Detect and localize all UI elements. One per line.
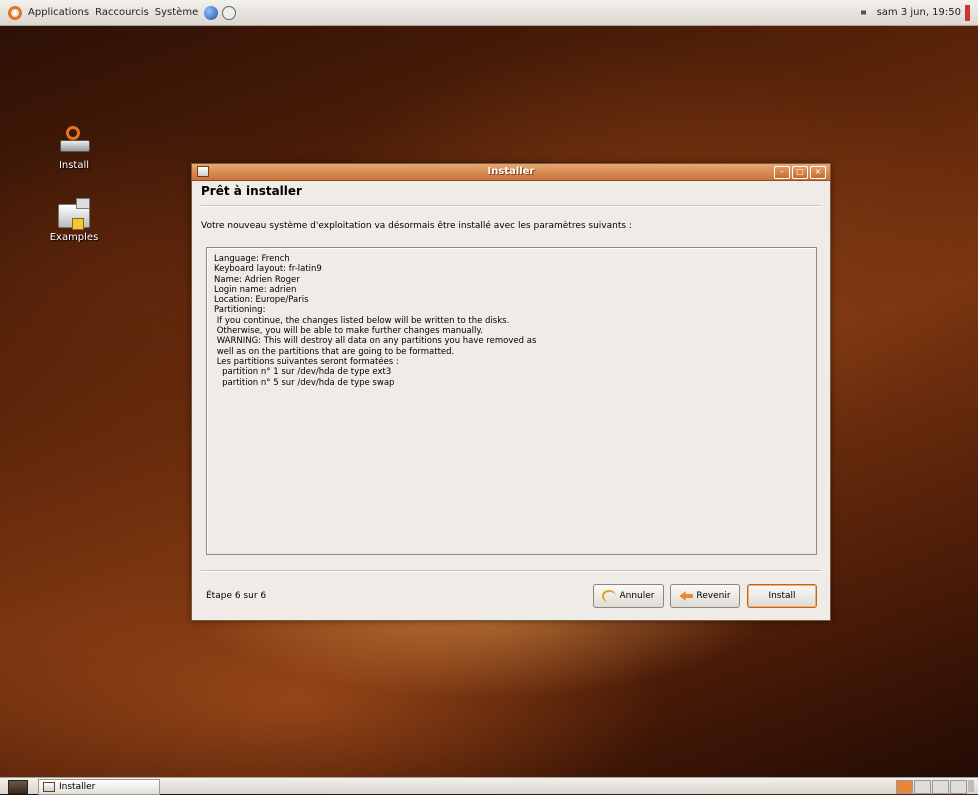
desktop-icon-examples[interactable]: Examples: [44, 198, 104, 243]
taskbar-label: Installer: [59, 782, 96, 792]
step-indicator: Étape 6 sur 6: [206, 591, 267, 601]
web-browser-icon[interactable]: [204, 5, 219, 20]
cancel-button[interactable]: Annuler: [593, 584, 664, 608]
workspace-3[interactable]: [932, 780, 949, 794]
desktop-icon-label: Examples: [49, 232, 99, 243]
menu-applications[interactable]: Applications: [28, 7, 89, 18]
desktop-icon-install[interactable]: Install: [44, 124, 104, 171]
summary-line: Name: Adrien Roger: [214, 274, 300, 285]
intro-text: Votre nouveau système d'exploitation va …: [201, 221, 632, 231]
help-icon[interactable]: [222, 5, 237, 20]
divider: [201, 205, 821, 207]
desktop-icon-label: Install: [58, 160, 90, 171]
summary-line: WARNING: This will destroy all data on a…: [214, 336, 537, 347]
summary-line: partition n° 5 sur /dev/hda de type swap: [214, 377, 395, 388]
install-button-label: Install: [768, 591, 796, 601]
summary-line: partition n° 1 sur /dev/hda de type ext3: [214, 367, 392, 378]
menu-systeme[interactable]: Système: [155, 7, 198, 18]
summary-line: If you continue, the changes listed belo…: [214, 315, 510, 326]
top-panel: Applications Raccourcis Système sam 3 ju…: [0, 0, 978, 26]
volume-icon[interactable]: [860, 7, 871, 18]
workspace-2[interactable]: [914, 780, 931, 794]
cancel-button-label: Annuler: [619, 591, 655, 601]
installer-icon: [43, 782, 55, 792]
bottom-panel: Installer: [0, 777, 978, 795]
workspace-4[interactable]: [950, 780, 967, 794]
install-icon: [58, 124, 90, 156]
minimize-button[interactable]: –: [774, 166, 790, 179]
summary-line: well as on the partitions that are going…: [214, 346, 455, 357]
folder-icon: [58, 198, 90, 230]
show-desktop-icon[interactable]: [8, 780, 28, 794]
quit-icon[interactable]: [965, 4, 970, 21]
workspace-1[interactable]: [896, 780, 913, 794]
ubuntu-logo-icon[interactable]: [8, 5, 22, 20]
divider: [201, 570, 821, 572]
summary-line: Partitioning:: [214, 305, 266, 316]
summary-line: Language: French: [214, 254, 290, 264]
install-button[interactable]: Install: [747, 584, 817, 608]
summary-line: Les partitions suivantes seront formatée…: [214, 356, 399, 367]
back-arrow-icon: [679, 591, 694, 601]
back-button-label: Revenir: [696, 591, 731, 601]
cancel-icon: [602, 590, 617, 602]
window-titlebar[interactable]: Installer – □ ×: [192, 164, 830, 181]
summary-textview[interactable]: Language: French Keyboard layout: fr-lat…: [206, 247, 817, 555]
installer-window: Installer – □ × Prêt à installer Votre n…: [191, 163, 831, 621]
maximize-button[interactable]: □: [792, 166, 808, 179]
clock[interactable]: sam 3 jun, 19:50: [877, 7, 961, 18]
close-button[interactable]: ×: [810, 166, 826, 179]
trash-icon[interactable]: [968, 780, 974, 792]
summary-line: Keyboard layout: fr-latin9: [214, 264, 322, 275]
summary-line: Location: Europe/Paris: [214, 295, 309, 306]
back-button[interactable]: Revenir: [670, 584, 740, 608]
summary-line: Otherwise, you will be able to make furt…: [214, 326, 483, 337]
menu-raccourcis[interactable]: Raccourcis: [95, 7, 149, 18]
window-title: Installer: [487, 166, 535, 177]
page-title: Prêt à installer: [201, 184, 302, 198]
summary-line: Login name: adrien: [214, 284, 297, 295]
